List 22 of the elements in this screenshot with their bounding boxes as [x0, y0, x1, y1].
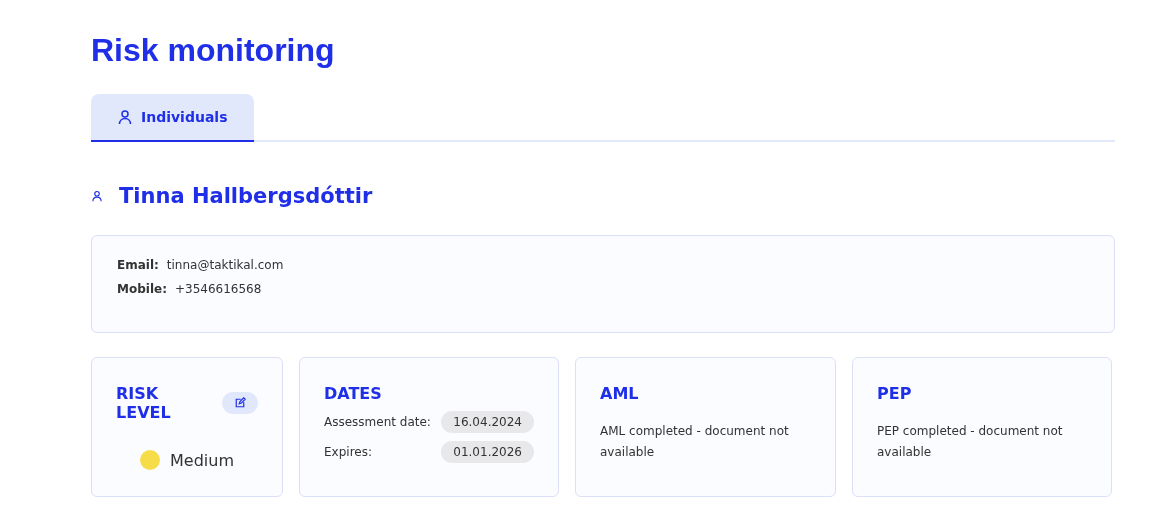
- card-title: RISK LEVEL: [116, 384, 172, 422]
- date-label: Assessment date:: [324, 415, 431, 429]
- status-text: AML completed - document not available: [600, 423, 790, 461]
- person-name: Tinna Hallbergsdóttir: [119, 184, 373, 208]
- field-value: tinna@taktikal.com: [166, 258, 284, 272]
- status-text: PEP completed - document not available: [877, 423, 1064, 461]
- card-title: DATES: [324, 384, 382, 403]
- field-label: Email:: [117, 258, 159, 272]
- date-value: 16.04.2024: [441, 411, 534, 433]
- risk-level: Medium: [170, 450, 234, 470]
- card-title: AML: [600, 384, 639, 403]
- field-value: +3546616568: [174, 282, 262, 296]
- edit-button[interactable]: [222, 392, 258, 414]
- field-label: Mobile:: [117, 282, 167, 296]
- date-value: 01.01.2026: [441, 441, 534, 463]
- page-title: Risk monitoring: [91, 31, 336, 70]
- person-icon: [117, 109, 133, 125]
- card-title: PEP: [877, 384, 912, 403]
- date-label: Expires:: [324, 445, 372, 459]
- tab[interactable]: Individuals: [91, 94, 254, 142]
- person-icon: [91, 190, 103, 202]
- edit-icon: [234, 397, 246, 409]
